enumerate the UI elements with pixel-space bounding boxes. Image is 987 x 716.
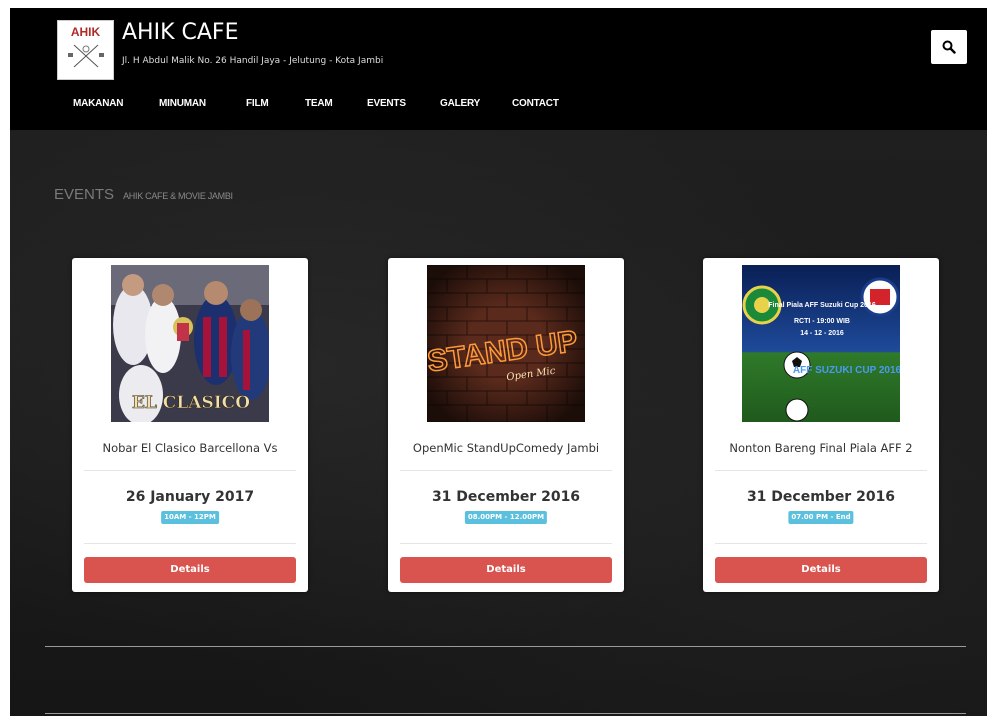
card-divider bbox=[84, 543, 296, 544]
logo-text: AHIK bbox=[70, 25, 101, 39]
details-button[interactable]: Details bbox=[84, 557, 296, 583]
card-divider bbox=[400, 543, 612, 544]
event-title[interactable]: Nonton Bareng Final Piala AFF 2 bbox=[703, 441, 939, 455]
event-image-graphic: EL CLASICO bbox=[111, 265, 269, 422]
event-time-badge: 10AM - 12PM bbox=[161, 511, 219, 524]
event-time-badge: 07.00 PM - End bbox=[788, 511, 854, 524]
nav-item-events[interactable]: EVENTS bbox=[367, 98, 406, 109]
page-frame: AHIK AHIK CAFE Jl. H Abdul Malik No. 26 … bbox=[10, 8, 987, 716]
main-nav: MAKANAN MINUMAN FILM TEAM EVENTS GALERY … bbox=[10, 98, 987, 118]
event-image-caption: Final Piala AFF Suzuki Cup 2016 bbox=[768, 302, 876, 309]
event-image-graphic: STAND UP Open Mic bbox=[427, 265, 585, 422]
event-title[interactable]: Nobar El Clasico Barcellona Vs bbox=[72, 441, 308, 455]
search-icon bbox=[942, 40, 956, 54]
logo-art-icon bbox=[68, 44, 104, 68]
nav-item-film[interactable]: FILM bbox=[246, 98, 269, 109]
event-date: 31 December 2016 bbox=[746, 489, 896, 505]
event-image-logo: AFF SUZUKI CUP 2016 bbox=[793, 365, 900, 376]
nav-item-galery[interactable]: GALERY bbox=[440, 98, 480, 109]
event-image[interactable]: EL CLASICO bbox=[111, 265, 269, 422]
event-image[interactable]: Final Piala AFF Suzuki Cup 2016 RCTI - 1… bbox=[742, 265, 900, 422]
section-subtitle: AHIK CAFE & MOVIE JAMBI bbox=[123, 191, 233, 201]
event-image-caption: EL CLASICO bbox=[132, 393, 250, 413]
event-card[interactable]: EL CLASICO Nobar El Clasico Barcellona V… bbox=[72, 258, 308, 592]
section-divider bbox=[45, 646, 966, 647]
event-image-date: 14 - 12 - 2016 bbox=[800, 330, 844, 337]
site-title[interactable]: AHIK CAFE bbox=[122, 20, 238, 45]
section-heading: EVENTS AHIK CAFE & MOVIE JAMBI bbox=[54, 184, 233, 203]
site-header: AHIK AHIK CAFE Jl. H Abdul Malik No. 26 … bbox=[10, 8, 987, 130]
card-divider bbox=[400, 470, 612, 471]
card-divider bbox=[715, 470, 927, 471]
nav-item-team[interactable]: TEAM bbox=[305, 98, 333, 109]
footer-divider bbox=[45, 713, 966, 714]
nav-item-makanan[interactable]: MAKANAN bbox=[73, 98, 123, 109]
event-image[interactable]: STAND UP Open Mic bbox=[427, 265, 585, 422]
event-time-badge: 08.00PM - 12.00PM bbox=[464, 511, 548, 524]
search-button[interactable] bbox=[931, 30, 967, 64]
card-divider bbox=[715, 543, 927, 544]
event-image-graphic: Final Piala AFF Suzuki Cup 2016 RCTI - 1… bbox=[742, 265, 900, 422]
site-logo[interactable]: AHIK bbox=[57, 20, 114, 80]
event-date: 31 December 2016 bbox=[431, 489, 581, 505]
details-button[interactable]: Details bbox=[400, 557, 612, 583]
event-date: 26 January 2017 bbox=[125, 489, 255, 505]
section-title: EVENTS bbox=[54, 186, 115, 203]
site-address: Jl. H Abdul Malik No. 26 Handil Jaya - J… bbox=[122, 56, 384, 66]
event-image-subcaption: RCTI - 19:00 WIB bbox=[794, 318, 850, 325]
nav-item-contact[interactable]: CONTACT bbox=[512, 98, 559, 109]
event-title[interactable]: OpenMic StandUpComedy Jambi bbox=[388, 441, 624, 455]
event-card[interactable]: Final Piala AFF Suzuki Cup 2016 RCTI - 1… bbox=[703, 258, 939, 592]
event-card[interactable]: STAND UP Open Mic OpenMic StandUpComedy … bbox=[388, 258, 624, 592]
details-button[interactable]: Details bbox=[715, 557, 927, 583]
card-divider bbox=[84, 470, 296, 471]
nav-item-minuman[interactable]: MINUMAN bbox=[159, 98, 206, 109]
